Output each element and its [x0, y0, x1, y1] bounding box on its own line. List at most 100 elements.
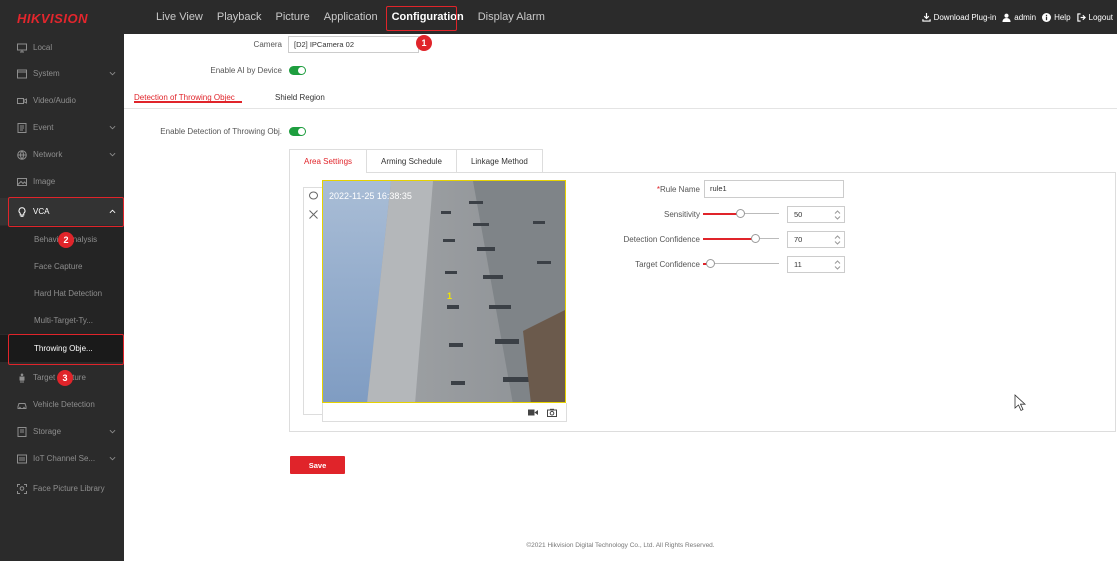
- tab-detection-of-throwing-objects[interactable]: Detection of Throwing Objec: [134, 93, 242, 103]
- mouse-cursor-icon: [1014, 394, 1027, 412]
- enable-ai-toggle[interactable]: [289, 66, 306, 75]
- nav-live-view[interactable]: Live View: [149, 6, 210, 28]
- tab-shield-region[interactable]: Shield Region: [275, 93, 325, 102]
- download-plugin-link[interactable]: Download Plug-in: [921, 12, 997, 22]
- nav-picture[interactable]: Picture: [269, 6, 317, 28]
- sidebar-subitem-label: Face Capture: [34, 262, 83, 271]
- target-confidence-input[interactable]: 11: [787, 256, 845, 273]
- target-confidence-value: 11: [794, 260, 802, 269]
- sidebar-item-iot-channel[interactable]: IoT Channel Se...: [0, 445, 124, 472]
- rule-name-input[interactable]: rule1: [704, 180, 844, 198]
- download-plugin-label: Download Plug-in: [933, 12, 997, 22]
- sidebar-subitem-hard-hat[interactable]: Hard Hat Detection: [0, 280, 124, 307]
- detection-confidence-label: Detection Confidence: [623, 235, 701, 244]
- camera-snapshot-icon[interactable]: [547, 408, 557, 417]
- target-confidence-label: Target Confidence: [635, 260, 700, 269]
- save-button[interactable]: Save: [290, 456, 345, 474]
- enable-detection-toggle[interactable]: [289, 127, 306, 136]
- user-menu[interactable]: admin: [1002, 13, 1036, 22]
- target-confidence-slider[interactable]: [703, 259, 779, 269]
- help-label: Help: [1054, 12, 1071, 22]
- sidebar-item-system[interactable]: System: [0, 60, 124, 87]
- enable-detection-label: Enable Detection of Throwing Obj.: [160, 127, 282, 136]
- sidebar: Local System Video/Audio Event Network I…: [0, 34, 124, 561]
- marker-2: 2: [58, 232, 74, 248]
- chevron-down-icon: [109, 456, 116, 461]
- region-id-label: 1: [447, 291, 452, 301]
- sidebar-subitem-multi-target[interactable]: Multi-Target-Ty...: [0, 307, 124, 334]
- sidebar-item-label: IoT Channel Se...: [33, 454, 96, 463]
- camera-scene: 2022-11-25 16:38:35 1: [323, 181, 565, 402]
- sensitivity-label: Sensitivity: [663, 210, 700, 219]
- camera-label: Camera: [253, 40, 282, 49]
- enable-ai-label: Enable AI by Device: [210, 66, 282, 75]
- header-actions: Download Plug-in admin Help Logout: [921, 0, 1113, 34]
- detection-tabs: Detection of Throwing Objec Shield Regio…: [124, 89, 1117, 109]
- sidebar-subitem-face-capture[interactable]: Face Capture: [0, 253, 124, 280]
- sensitivity-input[interactable]: 50: [787, 206, 845, 223]
- detection-confidence-slider[interactable]: [703, 234, 779, 244]
- sidebar-subitem-label: Hard Hat Detection: [34, 289, 103, 298]
- detection-confidence-value: 70: [794, 235, 803, 244]
- chevron-down-icon: [109, 71, 116, 76]
- face-scan-icon: [16, 483, 27, 494]
- download-icon: [921, 12, 931, 22]
- tab-arming-schedule[interactable]: Arming Schedule: [367, 150, 457, 173]
- tab-area-settings[interactable]: Area Settings: [290, 150, 368, 173]
- video-audio-icon: [16, 95, 27, 106]
- nav-application[interactable]: Application: [317, 6, 385, 28]
- logout-label: Logout: [1088, 12, 1113, 22]
- nav-playback[interactable]: Playback: [210, 6, 269, 28]
- slider-knob[interactable]: [706, 259, 715, 268]
- image-icon: [16, 176, 27, 187]
- chevron-down-icon: [109, 152, 116, 157]
- sidebar-item-label: System: [33, 69, 60, 78]
- user-icon: [1002, 13, 1011, 22]
- rule-name-label-text: Rule Name: [659, 185, 700, 194]
- system-icon: [16, 68, 27, 79]
- sidebar-item-face-library[interactable]: Face Picture Library: [0, 475, 124, 502]
- spinner-icon[interactable]: [834, 234, 841, 246]
- draw-area-icon[interactable]: [308, 190, 319, 201]
- slider-fill: [703, 238, 756, 240]
- sidebar-item-label: Image: [33, 177, 56, 186]
- sidebar-item-label: Vehicle Detection: [33, 400, 95, 409]
- logout-link[interactable]: Logout: [1076, 12, 1113, 22]
- drawing-toolbar: [303, 187, 323, 415]
- sidebar-item-label: Network: [33, 150, 63, 159]
- camera-select[interactable]: [D2] IPCamera 02: [288, 36, 419, 53]
- page: HIKVISION Live View Playback Picture App…: [0, 0, 1117, 561]
- sensitivity-value: 50: [794, 210, 803, 219]
- footer-copyright: ©2021 Hikvision Digital Technology Co., …: [526, 542, 715, 549]
- sidebar-item-label: Local: [33, 43, 53, 52]
- sidebar-item-label: Video/Audio: [33, 96, 76, 105]
- configuration-highlight-box: [386, 6, 457, 31]
- sidebar-item-network[interactable]: Network: [0, 141, 124, 168]
- rule-name-label: *Rule Name: [600, 185, 700, 194]
- record-icon[interactable]: [528, 408, 538, 417]
- nav-display-alarm[interactable]: Display Alarm: [471, 6, 552, 28]
- help-link[interactable]: Help: [1042, 12, 1071, 22]
- sidebar-item-video-audio[interactable]: Video/Audio: [0, 87, 124, 114]
- slider-knob[interactable]: [751, 234, 760, 243]
- sidebar-item-storage[interactable]: Storage: [0, 418, 124, 445]
- throwing-highlight-box: [8, 334, 124, 365]
- spinner-icon[interactable]: [834, 259, 841, 271]
- sidebar-item-local[interactable]: Local: [0, 34, 124, 61]
- sensitivity-slider[interactable]: [703, 209, 779, 219]
- slider-knob[interactable]: [736, 209, 745, 218]
- event-icon: [16, 122, 27, 133]
- logo: HIKVISION: [17, 11, 88, 26]
- spinner-icon[interactable]: [834, 209, 841, 221]
- marker-1: 1: [416, 35, 432, 51]
- video-toolbar: [322, 403, 567, 422]
- detection-confidence-input[interactable]: 70: [787, 231, 845, 248]
- sidebar-item-vehicle-detection[interactable]: Vehicle Detection: [0, 391, 124, 418]
- sidebar-subitem-label: Multi-Target-Ty...: [34, 316, 93, 325]
- video-preview[interactable]: 2022-11-25 16:38:35 1: [322, 180, 566, 403]
- sidebar-item-event[interactable]: Event: [0, 114, 124, 141]
- clear-area-icon[interactable]: [308, 209, 319, 220]
- tab-linkage-method[interactable]: Linkage Method: [457, 150, 542, 173]
- iot-icon: [16, 453, 27, 464]
- sidebar-item-image[interactable]: Image: [0, 168, 124, 195]
